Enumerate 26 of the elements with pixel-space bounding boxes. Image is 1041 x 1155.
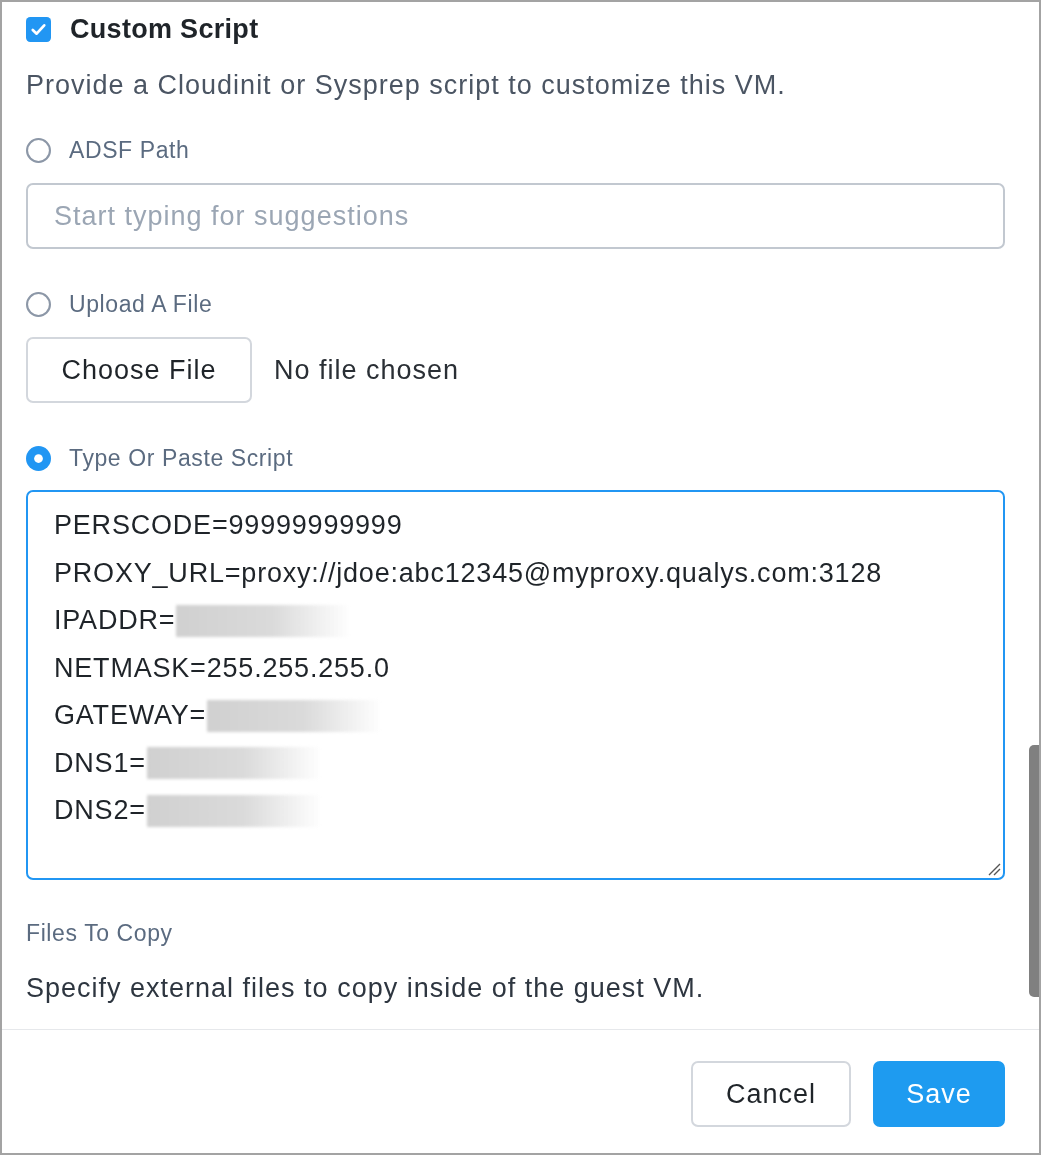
choose-file-button[interactable]: Choose File: [26, 337, 252, 403]
radio-button[interactable]: [26, 445, 51, 471]
script-line: GATEWAY=: [54, 700, 207, 732]
script-line: PROXY_URL=proxy://jdoe:abc12345@myproxy.qualys.com:3128: [54, 557, 883, 589]
script-textarea[interactable]: PERSCODE=99999999999 PROXY_URL=proxy://jdoe:abc12345@myproxy.qualys.com:3128 IPADDR= NETMASK=255.255.255.0 GATEWAY= DNS1= DNS2=: [26, 490, 1005, 880]
radio-button[interactable]: [26, 137, 51, 163]
script-line: NETMASK=255.255.255.0: [54, 652, 390, 684]
option-label[interactable]: Upload A File: [69, 290, 213, 318]
script-line: DNS2=: [54, 795, 146, 827]
files-to-copy-description: Specify external files to copy inside of the guest VM.: [26, 973, 706, 1003]
radio-button[interactable]: [26, 291, 51, 317]
files-to-copy-label: Files To Copy: [26, 919, 174, 947]
script-line: IPADDR=: [54, 605, 176, 637]
option-label[interactable]: ADSF Path: [69, 136, 190, 164]
resize-handle-icon[interactable]: [987, 862, 1001, 876]
checkbox[interactable]: [26, 16, 51, 42]
section-description: Provide a Cloudinit or Sysprep script to customize this VM.: [26, 70, 787, 100]
section-title: Custom Script: [70, 13, 259, 45]
script-line: PERSCODE=99999999999: [54, 510, 403, 542]
cancel-button[interactable]: Cancel: [691, 1061, 851, 1127]
save-button[interactable]: Save: [873, 1061, 1005, 1127]
scrollbar-thumb[interactable]: [1029, 745, 1039, 997]
file-status-text: No file chosen: [274, 354, 460, 386]
script-line: DNS1=: [54, 747, 146, 779]
option-label[interactable]: Type Or Paste Script: [69, 444, 294, 472]
path-input[interactable]: Start typing for suggestions: [26, 183, 1005, 249]
